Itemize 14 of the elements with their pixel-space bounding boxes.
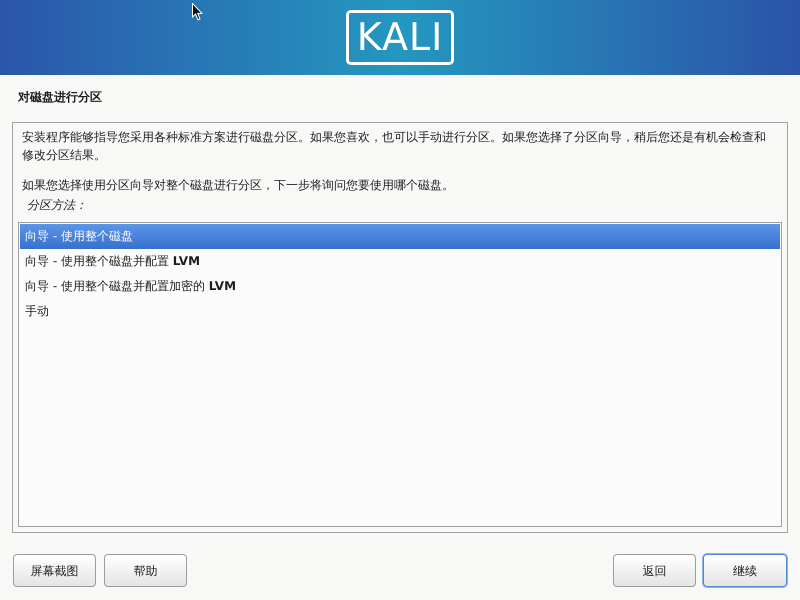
description-text: 安装程序能够指导您采用各种标准方案进行磁盘分区。如果您喜欢，也可以手动进行分区。如果您选择了分区向导，稍后您还是有机会检查和修改分区结果。 (22, 129, 767, 164)
kali-logo: KALI (346, 10, 454, 65)
method-label: 分区方法： (27, 197, 88, 214)
footer-button[interactable]: 继续 (703, 554, 787, 587)
partition-method-option[interactable]: 向导 - 使用整个磁盘 (20, 224, 780, 249)
mouse-pointer-icon (192, 3, 203, 21)
partition-method-option[interactable]: 向导 - 使用整个磁盘并配置加密的 LVM (20, 274, 780, 299)
partition-method-option[interactable]: 手动 (20, 299, 780, 324)
partition-method-option[interactable]: 向导 - 使用整个磁盘并配置 LVM (20, 249, 780, 274)
page-title: 对磁盘进行分区 (18, 90, 103, 104)
footer-button[interactable]: 屏幕截图 (13, 554, 96, 587)
description-text: 如果您选择使用分区向导对整个磁盘进行分区，下一步将询问您要使用哪个磁盘。 (22, 177, 455, 194)
footer-button[interactable]: 帮助 (104, 554, 187, 587)
footer-button[interactable]: 返回 (613, 554, 696, 587)
